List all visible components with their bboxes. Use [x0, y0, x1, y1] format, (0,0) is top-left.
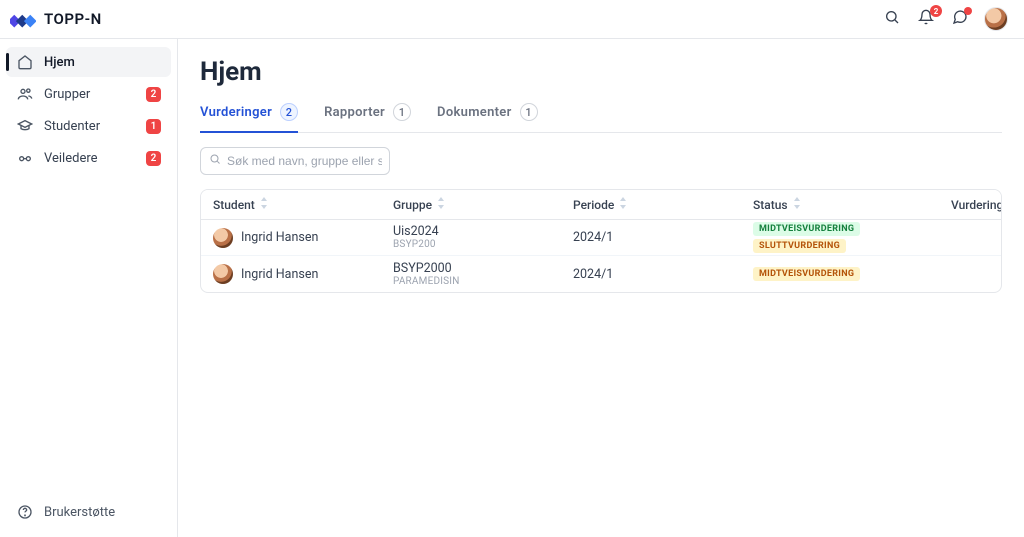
logo[interactable]: TOPP-N [10, 9, 102, 29]
sidebar-item-grupper[interactable]: Grupper 2 [6, 79, 171, 109]
avatar-icon [213, 228, 233, 248]
th-periode[interactable]: Periode [573, 197, 753, 212]
cell-gruppe[interactable]: BSYP2000 PARAMEDISIN [393, 261, 573, 288]
home-icon [16, 53, 34, 71]
tab-count: 1 [520, 103, 538, 121]
search-button[interactable] [882, 9, 902, 29]
search-wrap [200, 147, 1002, 175]
page-title: Hjem [200, 57, 1002, 87]
layout: Hjem Grupper 2 Studenter 1 V [0, 39, 1024, 537]
messages-dot [964, 7, 972, 15]
brand-name: TOPP-N [44, 10, 102, 28]
sort-icon [436, 197, 446, 212]
tab-dokumenter[interactable]: Dokumenter 1 [437, 103, 538, 133]
status-badge: SLUTTVURDERING [753, 239, 846, 253]
logo-icon [10, 9, 36, 29]
sidebar-badge: 2 [146, 87, 161, 102]
notifications-button[interactable]: 2 [916, 9, 936, 29]
sidebar-item-veiledere[interactable]: Veiledere 2 [6, 143, 171, 173]
tab-label: Vurderinger [200, 105, 272, 120]
sidebar-support[interactable]: Brukerstøtte [6, 495, 171, 529]
cell-student[interactable]: Ingrid Hansen [213, 228, 393, 248]
cell-status: MIDTVEISVURDERING SLUTTVURDERING [753, 222, 933, 253]
sort-icon [618, 197, 628, 212]
glasses-icon [16, 149, 34, 167]
sidebar-item-hjem[interactable]: Hjem [6, 47, 171, 77]
cell-periode: 2024/1 [573, 267, 753, 282]
tabs: Vurderinger 2 Rapporter 1 Dokumenter 1 [200, 103, 1002, 133]
sort-icon [792, 197, 802, 212]
cell-gruppe[interactable]: Uis2024 BSYP200 [393, 224, 573, 251]
table: Student Gruppe Periode [200, 189, 1002, 293]
notifications-badge: 2 [930, 5, 942, 17]
sidebar-support-label: Brukerstøtte [44, 505, 115, 520]
sidebar-item-label: Grupper [44, 87, 136, 102]
sidebar-badge: 2 [146, 151, 161, 166]
avatar-icon [213, 264, 233, 284]
header-left: TOPP-N [10, 9, 102, 29]
grad-cap-icon [16, 117, 34, 135]
sidebar-nav: Hjem Grupper 2 Studenter 1 V [6, 47, 171, 173]
status-badge: MIDTVEISVURDERING [753, 267, 860, 281]
cell-student[interactable]: Ingrid Hansen [213, 264, 393, 284]
tab-count: 1 [393, 103, 411, 121]
tab-vurderinger[interactable]: Vurderinger 2 [200, 103, 298, 133]
cell-periode: 2024/1 [573, 230, 753, 245]
search-icon [209, 153, 221, 169]
th-gruppe[interactable]: Gruppe [393, 197, 573, 212]
search-icon [884, 9, 900, 29]
tab-label: Dokumenter [437, 105, 512, 120]
sidebar: Hjem Grupper 2 Studenter 1 V [0, 39, 178, 537]
th-status[interactable]: Status [753, 197, 933, 212]
avatar[interactable] [984, 7, 1008, 31]
tab-rapporter[interactable]: Rapporter 1 [324, 103, 411, 133]
tab-count: 2 [280, 103, 298, 121]
th-student[interactable]: Student [213, 197, 393, 212]
header-right: 2 [882, 7, 1008, 31]
tab-label: Rapporter [324, 105, 385, 120]
sidebar-item-label: Veiledere [44, 151, 136, 166]
messages-button[interactable] [950, 9, 970, 29]
table-row: Ingrid Hansen BSYP2000 PARAMEDISIN 2024/… [201, 256, 1001, 292]
search-field[interactable] [200, 147, 390, 175]
main: Hjem Vurderinger 2 Rapporter 1 Dokumente… [178, 39, 1024, 537]
help-icon [16, 503, 34, 521]
header: TOPP-N 2 [0, 0, 1024, 39]
cell-status: MIDTVEISVURDERING [753, 267, 933, 281]
sidebar-badge: 1 [146, 119, 161, 134]
status-badge: MIDTVEISVURDERING [753, 222, 860, 236]
users-icon [16, 85, 34, 103]
th-vurderingslogg: Vurderingslogg [951, 198, 1002, 212]
table-row: Ingrid Hansen Uis2024 BSYP200 2024/1 MID… [201, 220, 1001, 256]
search-input[interactable] [227, 154, 382, 168]
table-header: Student Gruppe Periode [201, 190, 1001, 220]
sort-icon [259, 197, 269, 212]
sidebar-item-label: Hjem [44, 55, 161, 70]
sidebar-item-label: Studenter [44, 119, 136, 134]
sidebar-spacer [6, 173, 171, 495]
sidebar-item-studenter[interactable]: Studenter 1 [6, 111, 171, 141]
